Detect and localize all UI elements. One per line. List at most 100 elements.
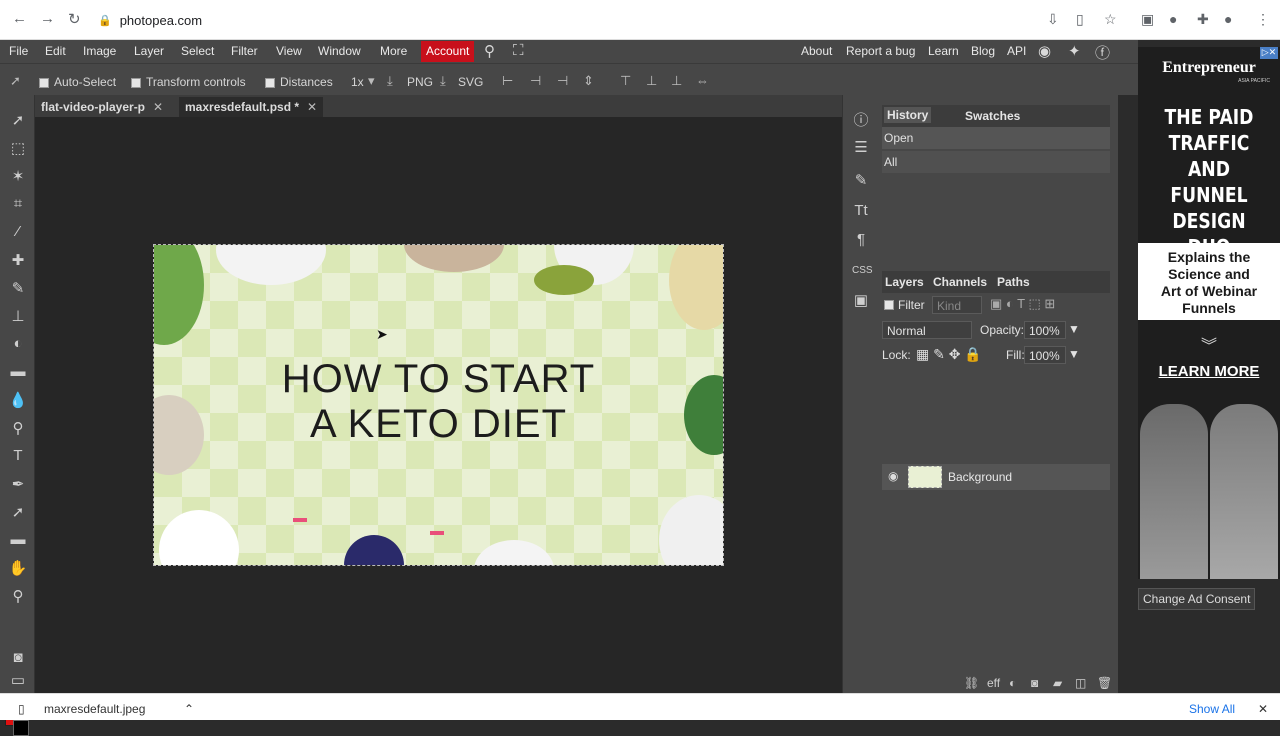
forward-icon[interactable]: → <box>40 10 55 27</box>
export-svg-button[interactable]: SVG <box>458 75 483 89</box>
mask-icon[interactable]: ◙ <box>1031 676 1038 690</box>
filter-checkbox[interactable] <box>884 300 894 310</box>
download-svg-icon[interactable]: ⤓ <box>440 73 446 89</box>
profile-icon[interactable]: ● <box>1224 11 1232 27</box>
search-icon[interactable]: ⚲ <box>484 42 495 60</box>
opacity-input[interactable]: 100% <box>1024 321 1066 339</box>
menu-edit[interactable]: Edit <box>45 44 66 58</box>
path-select-icon[interactable]: ➚ <box>8 503 28 521</box>
auto-select-checkbox[interactable] <box>39 78 49 88</box>
distances-checkbox[interactable] <box>265 78 275 88</box>
scale-dropdown[interactable]: 1x <box>351 75 364 89</box>
align-middle-icon[interactable]: ⊥ <box>646 73 657 89</box>
tab-layers[interactable]: Layers <box>885 275 924 289</box>
fill-chevron-icon[interactable]: ▼ <box>1068 347 1080 361</box>
menu-icon[interactable]: ⋮ <box>1256 11 1270 28</box>
menu-image[interactable]: Image <box>83 44 116 58</box>
text-tool-icon[interactable]: T <box>8 447 28 464</box>
fill-input[interactable]: 100% <box>1024 346 1066 364</box>
quick-mask-icon[interactable]: ◙ <box>8 649 28 666</box>
layer-row[interactable]: ◉ Background <box>882 464 1110 490</box>
link-blog[interactable]: Blog <box>971 44 995 58</box>
info-icon[interactable]: ⓘ <box>852 109 870 130</box>
image-icon[interactable]: ▣ <box>852 291 870 309</box>
close-icon[interactable]: ✕ <box>153 100 163 114</box>
menu-window[interactable]: Window <box>318 44 361 58</box>
folder-icon[interactable]: ▰ <box>1053 676 1062 690</box>
tab-flat-video-player[interactable]: flat-video-player-p ✕ <box>35 97 169 117</box>
facebook-icon[interactable]: ⓕ <box>1095 42 1110 63</box>
export-png-button[interactable]: PNG <box>407 75 433 89</box>
menu-filter[interactable]: Filter <box>231 44 258 58</box>
address-bar[interactable]: 🔒 photopea.com <box>98 8 1138 32</box>
download-file-name[interactable]: maxresdefault.jpeg <box>44 702 145 716</box>
ad-close-icon[interactable]: ▷✕ <box>1260 47 1278 59</box>
move-tool-icon[interactable]: ➚ <box>8 111 28 129</box>
hand-tool-icon[interactable]: ✋ <box>8 559 28 577</box>
link-learn[interactable]: Learn <box>928 44 959 58</box>
blend-mode-select[interactable]: Normal <box>882 321 972 339</box>
close-icon[interactable]: ✕ <box>307 100 317 114</box>
advertisement[interactable]: ▷✕ Entrepreneur ASIA PACIFIC THE PAID TR… <box>1138 47 1280 579</box>
adjustment-icon[interactable]: ◐ <box>1009 676 1016 690</box>
color-extension-icon[interactable]: ● <box>1169 11 1177 27</box>
ad-cta[interactable]: LEARN MORE <box>1138 363 1280 380</box>
kind-select[interactable]: Kind <box>932 296 982 314</box>
download-png-icon[interactable]: ⤓ <box>387 73 393 89</box>
css-icon[interactable]: CSS <box>852 265 873 276</box>
stamp-tool-icon[interactable]: ⊥ <box>8 307 28 325</box>
align-top-icon[interactable]: ⊤ <box>620 73 631 89</box>
align-center-icon[interactable]: ⊣ <box>530 73 541 89</box>
extension-icon[interactable]: ▣ <box>1141 11 1154 28</box>
menu-view[interactable]: View <box>276 44 302 58</box>
change-ad-consent-button[interactable]: Change Ad Consent <box>1138 588 1256 610</box>
screen-mode-icon[interactable]: ▭ <box>8 671 28 689</box>
reload-icon[interactable]: ↻ <box>68 10 81 28</box>
pen-tool-icon[interactable]: ✒ <box>8 475 28 493</box>
history-item[interactable]: Open <box>882 127 1110 149</box>
character-icon[interactable]: Tt <box>852 202 870 219</box>
close-icon[interactable]: ✕ <box>1258 702 1268 716</box>
gradient-tool-icon[interactable]: ▬ <box>8 363 28 380</box>
shape-tool-icon[interactable]: ▬ <box>8 531 28 548</box>
tab-paths[interactable]: Paths <box>997 275 1030 289</box>
star-icon[interactable]: ☆ <box>1104 11 1117 28</box>
eye-icon[interactable]: ◉ <box>888 469 898 483</box>
back-icon[interactable]: ← <box>12 10 27 27</box>
brush-settings-icon[interactable]: ✎ <box>852 171 870 189</box>
tab-history[interactable]: History <box>884 107 932 123</box>
reddit-icon[interactable]: ◉ <box>1038 42 1051 60</box>
opacity-chevron-icon[interactable]: ▼ <box>1068 322 1080 336</box>
background-color-swatch[interactable] <box>13 720 29 736</box>
image-canvas[interactable]: HOW TO START A KETO DIET <box>153 244 724 566</box>
chevron-up-icon[interactable]: ⌃ <box>184 702 194 716</box>
filter-type-icons[interactable]: ▣ ◐ T ⬚ ⊞ <box>990 296 1055 312</box>
page-icon[interactable]: ▯ <box>1076 11 1084 28</box>
magic-wand-icon[interactable]: ✶ <box>8 167 28 185</box>
menu-more[interactable]: More <box>380 44 407 58</box>
link-report-bug[interactable]: Report a bug <box>846 44 915 58</box>
link-api[interactable]: API <box>1007 44 1026 58</box>
history-item[interactable]: All <box>882 151 1110 173</box>
brush-tool-icon[interactable]: ✎ <box>8 279 28 297</box>
transform-controls-checkbox[interactable] <box>131 78 141 88</box>
distribute-icon[interactable]: ⇕ <box>583 73 594 89</box>
zoom-tool-icon[interactable]: ⚲ <box>8 587 28 605</box>
link-icon[interactable]: ⛓ <box>964 676 979 690</box>
marquee-tool-icon[interactable]: ⬚ <box>8 139 28 157</box>
align-left-icon[interactable]: ⊢ <box>502 73 513 89</box>
trash-icon[interactable]: 🗑 <box>1097 676 1112 690</box>
tab-channels[interactable]: Channels <box>933 275 987 289</box>
account-button[interactable]: Account <box>421 41 475 62</box>
new-layer-icon[interactable]: ◫ <box>1075 676 1086 690</box>
distribute-horizontal-icon[interactable]: ⇔ <box>696 73 709 88</box>
tab-swatches[interactable]: Swatches <box>965 109 1020 123</box>
menu-file[interactable]: File <box>9 44 28 58</box>
paragraph-icon[interactable]: ¶ <box>852 231 870 248</box>
crop-tool-icon[interactable]: ⌗ <box>8 195 28 212</box>
eyedropper-icon[interactable]: ⁄ <box>8 223 28 240</box>
dodge-tool-icon[interactable]: ⚲ <box>8 419 28 437</box>
align-bottom-icon[interactable]: ⊥ <box>671 73 682 89</box>
align-right-icon[interactable]: ⊣ <box>557 73 568 89</box>
lock-icons[interactable]: ▦ ✎ ✥ 🔒 <box>916 346 982 363</box>
